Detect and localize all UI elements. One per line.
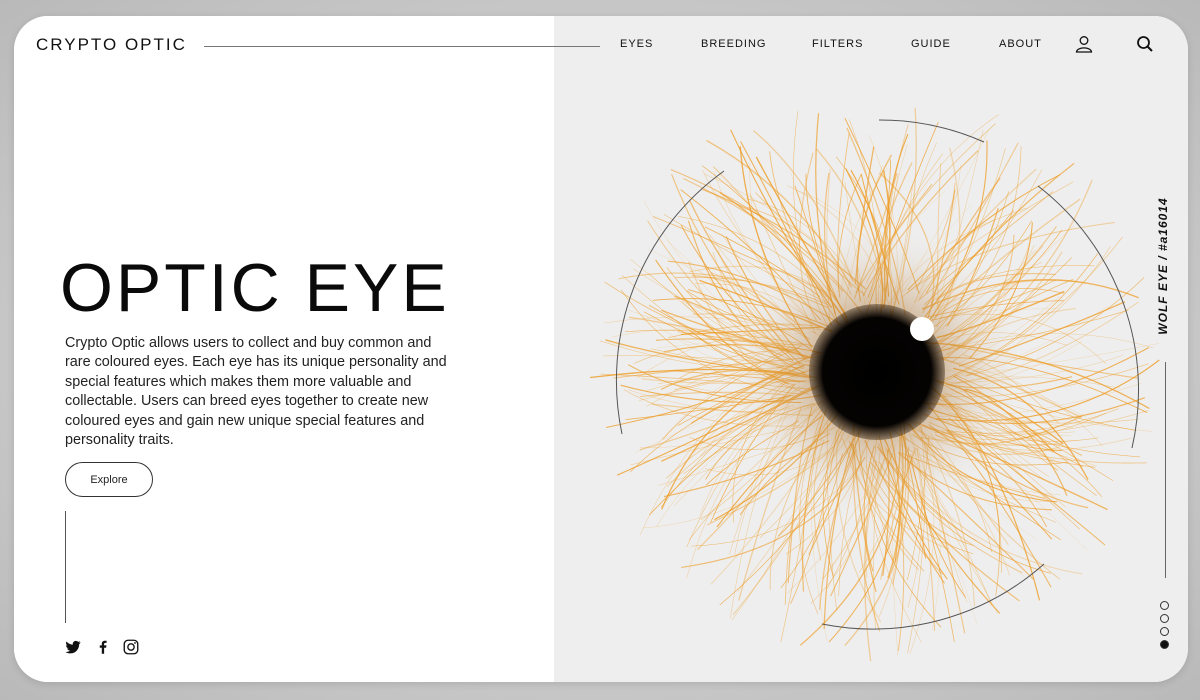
- pager-dot-2[interactable]: [1160, 614, 1169, 623]
- nav-item-eyes[interactable]: EYES: [620, 38, 653, 50]
- side-vertical-rule: [1165, 362, 1166, 578]
- eye-illustration: [590, 107, 1160, 662]
- eye-label: WOLF EYE / #a16014: [1156, 197, 1170, 335]
- instagram-icon[interactable]: [122, 638, 140, 656]
- eye-highlight: [910, 317, 934, 341]
- facebook-icon[interactable]: [94, 638, 112, 656]
- app-frame: CRYPTO OPTIC EYES BREEDING FILTERS GUIDE…: [14, 16, 1188, 682]
- pager-dot-1[interactable]: [1160, 601, 1169, 610]
- right-panel: [554, 16, 1188, 682]
- search-icon[interactable]: [1135, 34, 1155, 54]
- main-nav: EYES BREEDING FILTERS GUIDE ABOUT: [14, 38, 1188, 58]
- nav-item-guide[interactable]: GUIDE: [911, 38, 951, 50]
- pager-dot-4[interactable]: [1160, 640, 1169, 649]
- left-vertical-rule: [65, 511, 66, 623]
- hero-description: Crypto Optic allows users to collect and…: [65, 335, 447, 449]
- nav-item-breeding[interactable]: BREEDING: [701, 38, 766, 50]
- hero-title: OPTIC EYE: [60, 250, 450, 326]
- twitter-icon[interactable]: [64, 638, 82, 656]
- user-icon[interactable]: [1074, 34, 1094, 54]
- nav-item-filters[interactable]: FILTERS: [812, 38, 863, 50]
- pager-dot-3[interactable]: [1160, 627, 1169, 636]
- nav-item-about[interactable]: ABOUT: [999, 38, 1042, 50]
- slide-pager: [1160, 601, 1172, 653]
- explore-button[interactable]: Explore: [65, 462, 153, 497]
